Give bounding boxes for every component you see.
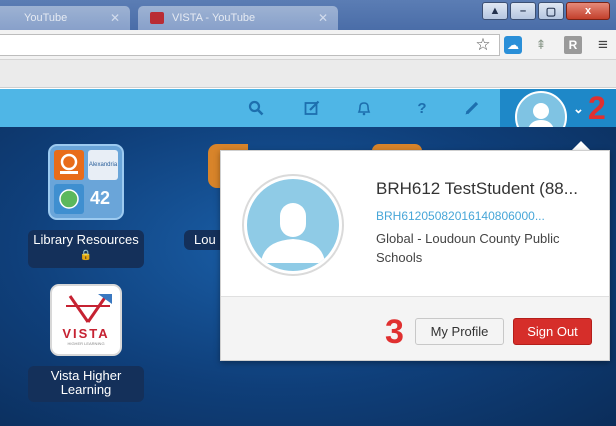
- bookmarks-bar: [0, 60, 616, 88]
- chevron-down-icon[interactable]: ⌄: [573, 101, 584, 117]
- window-minimize-button[interactable]: –: [510, 2, 536, 20]
- profile-avatar: [242, 174, 344, 276]
- tree-extension-icon[interactable]: ⇞: [532, 36, 550, 54]
- vista-logo-word: VISTA: [62, 326, 110, 341]
- sign-out-button[interactable]: Sign Out: [513, 318, 592, 345]
- window-maximize-button[interactable]: ▢: [538, 2, 564, 20]
- pencil-icon[interactable]: [462, 98, 482, 118]
- help-icon[interactable]: ?: [412, 98, 432, 118]
- profile-popover: BRH612 TestStudent (88... BRH61205082016…: [220, 150, 610, 361]
- tab-label: VISTA - YouTube: [172, 12, 256, 24]
- r-extension-icon[interactable]: R: [564, 36, 582, 54]
- cloud-extension-icon[interactable]: ☁: [504, 36, 522, 54]
- library-logo-icon: [54, 150, 84, 180]
- bookmark-star-icon[interactable]: ☆: [474, 35, 492, 54]
- tab-label: YouTube: [24, 12, 68, 24]
- resource-count: 42: [90, 188, 111, 208]
- youtube-favicon-icon: [150, 12, 164, 24]
- profile-name: BRH612 TestStudent (88...: [376, 179, 578, 198]
- browser-toolbar: ☆ ☁ ⇞ R ≡: [0, 30, 616, 60]
- tile-label: Library Resources: [33, 232, 139, 247]
- library-resources-caption[interactable]: Library Resources 🔒: [28, 230, 144, 268]
- window-controls: ▲ – ▢ x: [482, 2, 610, 22]
- lock-icon: 🔒: [79, 250, 93, 261]
- search-icon[interactable]: [246, 98, 266, 118]
- browser-titlebar: YouTube ✕ VISTA - YouTube ✕ ▲ – ▢ x: [0, 0, 616, 30]
- step-marker: 3: [385, 313, 404, 351]
- library-resources-tile[interactable]: Alexandria 42: [48, 144, 124, 220]
- map-icon: [54, 184, 84, 214]
- step-marker: 2: [588, 90, 606, 126]
- bell-icon[interactable]: [354, 98, 374, 118]
- loudoun-caption[interactable]: Lou: [184, 230, 224, 250]
- vista-logo-icon: [66, 294, 112, 323]
- tab-close-icon[interactable]: ✕: [318, 6, 328, 30]
- compose-icon[interactable]: [302, 98, 322, 118]
- profile-organization: Global - Loudoun County Public Schools: [376, 231, 560, 265]
- alexandria-logo: Alexandria: [88, 150, 118, 180]
- window-close-button[interactable]: x: [566, 2, 610, 20]
- address-bar[interactable]: [0, 34, 500, 56]
- vista-logo-subtitle: HIGHER LEARNING: [67, 341, 105, 346]
- browser-tab-active[interactable]: VISTA - YouTube ✕: [138, 6, 338, 30]
- user-silhouette-icon: [247, 179, 339, 271]
- popover-arrow: [572, 141, 590, 150]
- popover-footer: My Profile Sign Out: [221, 296, 609, 360]
- tab-close-icon[interactable]: ✕: [110, 6, 120, 30]
- vista-higher-learning-tile[interactable]: VISTA HIGHER LEARNING: [50, 284, 122, 356]
- profile-id-link[interactable]: BRH61205082016140806000...: [376, 209, 566, 223]
- browser-tab[interactable]: YouTube ✕: [0, 6, 130, 30]
- my-profile-button[interactable]: My Profile: [415, 318, 504, 345]
- hamburger-menu-icon[interactable]: ≡: [594, 35, 612, 54]
- window-user-button[interactable]: ▲: [482, 2, 508, 20]
- vista-higher-learning-caption[interactable]: Vista Higher Learning: [28, 366, 144, 402]
